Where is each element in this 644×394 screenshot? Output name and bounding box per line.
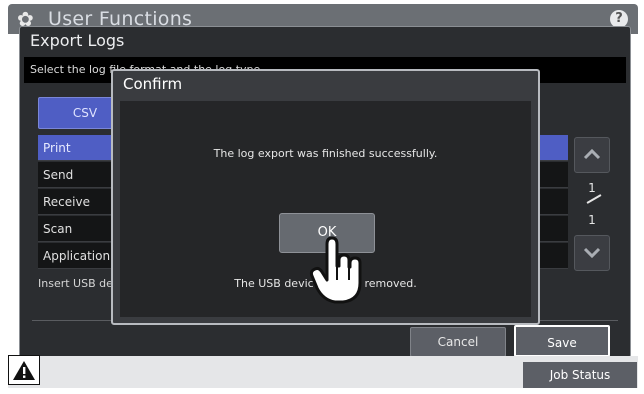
hand-pointer-icon <box>309 236 362 304</box>
dialog-message: The log export was finished successfully… <box>213 147 438 160</box>
page-total: 1 <box>588 213 596 227</box>
job-status-button[interactable]: Job Status <box>523 362 637 388</box>
page-current: 1 <box>588 181 596 195</box>
warning-icon[interactable] <box>8 355 40 385</box>
screen: ✿ User Functions ? Export Logs Select th… <box>0 0 644 394</box>
panel-title: Export Logs <box>30 31 125 50</box>
dialog-title: Confirm <box>123 75 183 93</box>
save-button[interactable]: Save <box>514 325 610 357</box>
cancel-button[interactable]: Cancel <box>410 327 506 357</box>
page-indicator: 1 1 <box>582 181 602 227</box>
scroll-up-icon[interactable] <box>574 137 610 173</box>
scroll-down-icon[interactable] <box>574 235 610 271</box>
